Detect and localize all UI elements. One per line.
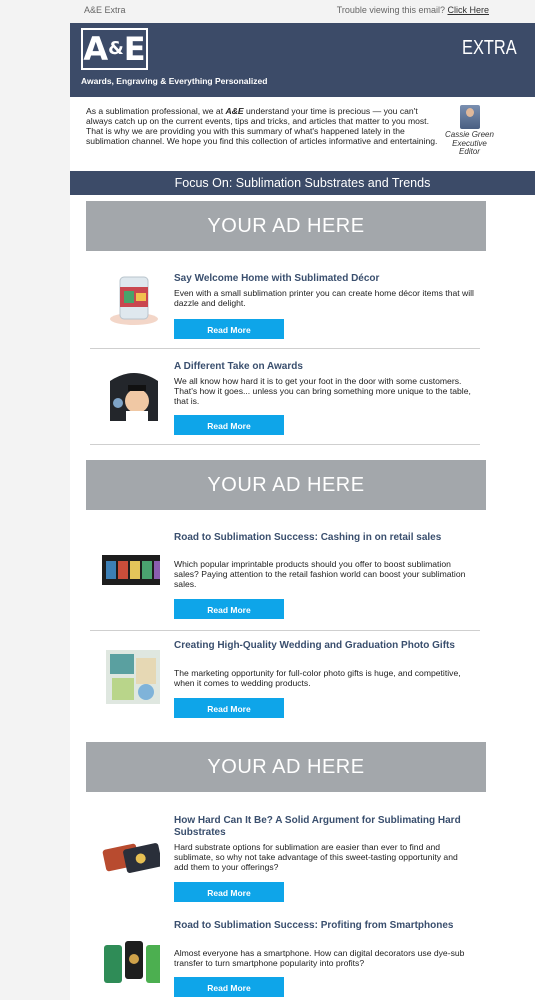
focus-heading: Focus On: Sublimation Substrates and Tre… bbox=[70, 171, 535, 195]
ad-banner[interactable]: YOUR AD HERE bbox=[86, 201, 486, 251]
article-title[interactable]: A Different Take on Awards bbox=[174, 361, 474, 373]
read-more-button[interactable]: Read More bbox=[174, 698, 284, 718]
article-description: The marketing opportunity for full-color… bbox=[174, 668, 461, 688]
article-title[interactable]: Creating High-Quality Wedding and Gradua… bbox=[174, 640, 474, 652]
article-title[interactable]: Say Welcome Home with Sublimated Décor bbox=[174, 273, 474, 285]
article-thumbnail-hard-substrates[interactable] bbox=[100, 834, 160, 894]
article-description: Almost everyone has a smartphone. How ca… bbox=[174, 948, 465, 968]
intro-paragraph: As a sublimation professional, we at A&E… bbox=[86, 106, 438, 146]
ad-banner[interactable]: YOUR AD HERE bbox=[86, 742, 486, 792]
article-description: Even with a small sublimation printer yo… bbox=[174, 288, 474, 308]
article-divider bbox=[90, 444, 480, 445]
article-thumbnail-retail-display[interactable] bbox=[100, 549, 160, 609]
editor-signature: Cassie Green Executive Editor bbox=[442, 105, 497, 157]
ad-banner[interactable]: YOUR AD HERE bbox=[86, 460, 486, 510]
editor-avatar bbox=[459, 105, 480, 129]
click-here-link[interactable]: Click Here bbox=[447, 5, 489, 15]
read-more-button[interactable]: Read More bbox=[174, 977, 284, 997]
email-header: A&E Awards, Engraving & Everything Perso… bbox=[70, 23, 535, 97]
article-title[interactable]: Road to Sublimation Success: Cashing in … bbox=[174, 532, 474, 544]
preheader-view-online: Trouble viewing this email? Click Here bbox=[337, 5, 489, 15]
preheader-title: A&E Extra bbox=[84, 5, 126, 15]
email-page: A&E Extra Trouble viewing this email? Cl… bbox=[0, 0, 535, 1000]
extra-wordmark: EXTRA bbox=[462, 37, 517, 59]
article-thumbnail-award[interactable] bbox=[104, 363, 164, 423]
read-more-button[interactable]: Read More bbox=[174, 599, 284, 619]
article-thumbnail-photo-gifts[interactable] bbox=[102, 646, 162, 706]
article-description: Which popular imprintable products shoul… bbox=[174, 559, 466, 589]
article-description: We all know how hard it is to get your f… bbox=[174, 376, 471, 406]
preheader-bar: A&E Extra Trouble viewing this email? Cl… bbox=[0, 0, 535, 20]
article-divider bbox=[90, 348, 480, 349]
article-divider bbox=[90, 630, 480, 631]
article-title[interactable]: Road to Sublimation Success: Profiting f… bbox=[174, 920, 474, 932]
intro-brand: A&E bbox=[225, 106, 244, 116]
article-description: Hard substrate options for sublimation a… bbox=[174, 842, 458, 872]
read-more-button[interactable]: Read More bbox=[174, 882, 284, 902]
read-more-button[interactable]: Read More bbox=[174, 415, 284, 435]
read-more-button[interactable]: Read More bbox=[174, 319, 284, 339]
view-online-text: Trouble viewing this email? bbox=[336, 5, 445, 15]
email-content: As a sublimation professional, we at A&E… bbox=[70, 97, 535, 1000]
editor-role: Executive Editor bbox=[452, 138, 487, 156]
header-tagline: Awards, Engraving & Everything Personali… bbox=[81, 76, 268, 86]
ae-logo[interactable]: A&E bbox=[81, 28, 148, 70]
article-thumbnail-smartphones[interactable] bbox=[100, 939, 160, 999]
article-thumbnail-candle[interactable] bbox=[104, 267, 164, 327]
article-title[interactable]: How Hard Can It Be? A Solid Argument for… bbox=[174, 815, 474, 839]
